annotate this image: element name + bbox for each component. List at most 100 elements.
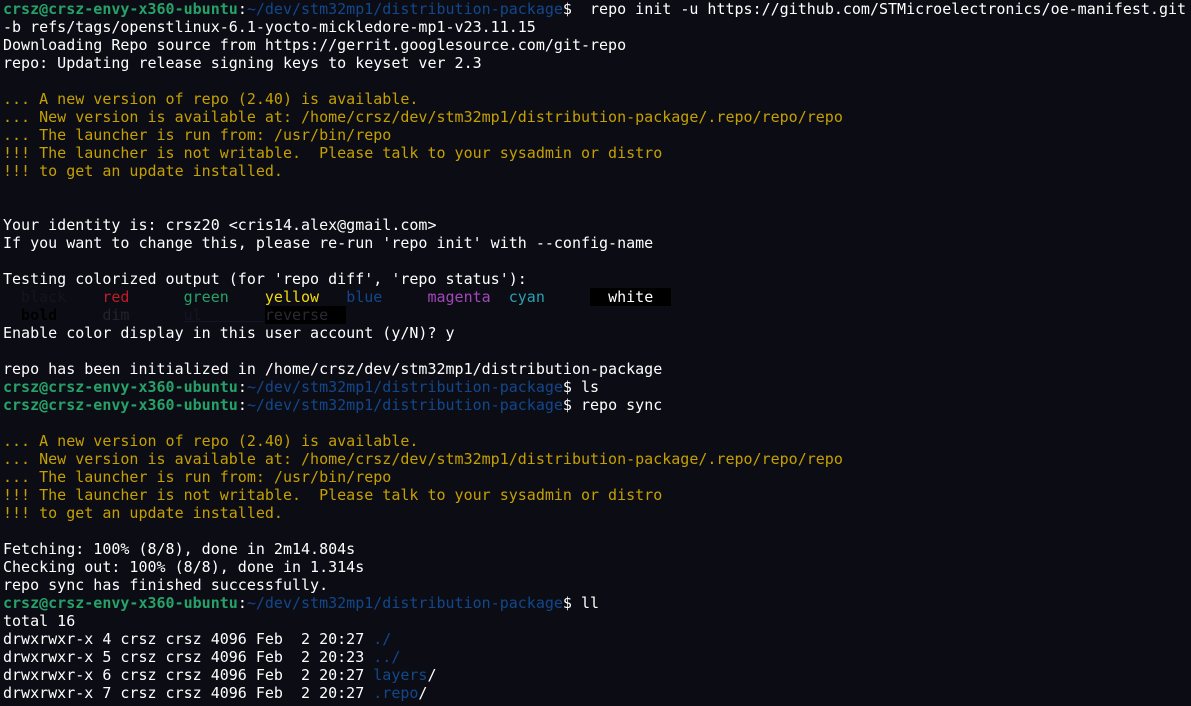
terminal-segment-path: ~/dev/stm32mp1/distribution-package (246, 594, 563, 612)
terminal-segment-user: crsz@crsz-envy-x360-ubuntu (3, 0, 238, 18)
terminal-line: crsz@crsz-envy-x360-ubuntu:~/dev/stm32mp… (3, 396, 1191, 414)
terminal-segment-warn: !!! to get an update installed. (3, 504, 283, 522)
terminal-segment-plain: repo sync has finished successfully. (3, 576, 329, 594)
terminal-line: drwxrwxr-x 5 crsz crsz 4096 Feb 2 20:23 … (3, 648, 1191, 666)
terminal-segment-plain: repo has been initialized in /home/crsz/… (3, 360, 663, 378)
terminal-line: Testing colorized output (for 'repo diff… (3, 270, 1191, 288)
terminal-segment-warn: ... The launcher is run from: /usr/bin/r… (3, 126, 392, 144)
terminal-segment-warn: ... The launcher is run from: /usr/bin/r… (3, 468, 392, 486)
terminal-line: Downloading Repo source from https://ger… (3, 36, 1191, 54)
terminal-line: !!! to get an update installed. (3, 162, 1191, 180)
terminal-segment-plain: $ ll (562, 594, 600, 612)
terminal-segment-dir: ./ (373, 630, 392, 648)
terminal-line: total 16 (3, 612, 1191, 630)
terminal-line: Your identity is: crsz20 <cris14.alex@gm… (3, 216, 1191, 234)
terminal-segment-user: crsz@crsz-envy-x360-ubuntu (3, 396, 238, 414)
terminal-segment-plain: Testing colorized output (for 'repo diff… (3, 270, 527, 288)
terminal-line: If you want to change this, please re-ru… (3, 234, 1191, 252)
terminal-segment-ul: ul (183, 306, 265, 324)
terminal-segment-user: crsz@crsz-envy-x360-ubuntu (3, 378, 238, 396)
terminal-segment-plain: Your identity is: crsz20 <cris14.alex@gm… (3, 216, 437, 234)
terminal-line: crsz@crsz-envy-x360-ubuntu:~/dev/stm32mp… (3, 378, 1191, 396)
terminal-output[interactable]: crsz@crsz-envy-x360-ubuntu:~/dev/stm32mp… (3, 0, 1191, 706)
terminal-line: !!! The launcher is not writable. Please… (3, 486, 1191, 504)
terminal-line: ... New version is available at: /home/c… (3, 108, 1191, 126)
terminal-segment-cyan: cyan (508, 288, 591, 306)
terminal-segment-plain: : (237, 0, 247, 18)
terminal-line: crsz@crsz-envy-x360-ubuntu:~/dev/stm32mp… (3, 594, 1191, 612)
terminal-segment-bold: bold (3, 306, 103, 324)
terminal-line: repo: Updating release signing keys to k… (3, 54, 1191, 72)
terminal-segment-path: ~/dev/stm32mp1/distribution-package (246, 0, 563, 18)
terminal-segment-warn: ... New version is available at: /home/c… (3, 108, 843, 126)
terminal-segment-white-hl: white (590, 288, 672, 306)
terminal-segment-plain: / (418, 684, 428, 702)
terminal-line: repo sync has finished successfully. (3, 576, 1191, 594)
terminal-segment-plain: drwxrwxr-x 5 crsz crsz 4096 Feb 2 20:23 (3, 648, 374, 666)
terminal-line: ... The launcher is run from: /usr/bin/r… (3, 126, 1191, 144)
terminal-line: Enable color display in this user accoun… (3, 324, 1191, 342)
terminal-segment-plain: Downloading Repo source from https://ger… (3, 36, 627, 54)
terminal-segment-plain: $ repo init -u https://github.com/STMicr… (562, 0, 1187, 18)
terminal-segment-black: black (3, 288, 103, 306)
terminal-segment-user: crsz@crsz-envy-x360-ubuntu (3, 594, 238, 612)
terminal-segment-plain: Checking out: 100% (8/8), done in 1.314s (3, 558, 365, 576)
terminal-segment-plain: If you want to change this, please re-ru… (3, 234, 654, 252)
terminal-segment-plain: : (237, 378, 247, 396)
terminal-segment-yellow: yellow (264, 288, 347, 306)
terminal-line: ... A new version of repo (2.40) is avai… (3, 90, 1191, 108)
terminal-segment-warn: ... New version is available at: /home/c… (3, 450, 843, 468)
terminal-line: !!! The launcher is not writable. Please… (3, 144, 1191, 162)
terminal-line: ... A new version of repo (2.40) is avai… (3, 432, 1191, 450)
terminal-line: repo has been initialized in /home/crsz/… (3, 360, 1191, 378)
terminal-line: Checking out: 100% (8/8), done in 1.314s (3, 558, 1191, 576)
terminal-segment-warn: ... A new version of repo (2.40) is avai… (3, 90, 419, 108)
terminal-line: ... The launcher is run from: /usr/bin/r… (3, 468, 1191, 486)
terminal-segment-plain: repo: Updating release signing keys to k… (3, 54, 482, 72)
terminal-segment-magenta: magenta (427, 288, 509, 306)
terminal-segment-red: red (102, 288, 184, 306)
terminal-segment-warn: ... A new version of repo (2.40) is avai… (3, 432, 419, 450)
terminal-segment-green: green (183, 288, 265, 306)
terminal-segment-plain: / (427, 666, 437, 684)
terminal-line: crsz@crsz-envy-x360-ubuntu:~/dev/stm32mp… (3, 0, 1191, 18)
terminal-line: drwxrwxr-x 6 crsz crsz 4096 Feb 2 20:27 … (3, 666, 1191, 684)
terminal-line: drwxrwxr-x 7 crsz crsz 4096 Feb 2 20:27 … (3, 684, 1191, 702)
terminal-segment-warn: !!! The launcher is not writable. Please… (3, 486, 663, 504)
terminal-segment-plain: $ repo sync (562, 396, 663, 414)
terminal-segment-plain: Fetching: 100% (8/8), done in 2m14.804s (3, 540, 356, 558)
terminal-segment-dir: layers (373, 666, 428, 684)
terminal-segment-plain: -b refs/tags/openstlinux-6.1-yocto-mickl… (3, 18, 536, 36)
terminal-segment-plain: drwxrwxr-x 7 crsz crsz 4096 Feb 2 20:27 (3, 684, 374, 702)
terminal-line: -b refs/tags/openstlinux-6.1-yocto-mickl… (3, 18, 1191, 36)
terminal-segment-plain: Enable color display in this user accoun… (3, 324, 455, 342)
terminal-segment-plain: $ ls (562, 378, 600, 396)
terminal-line: Fetching: 100% (8/8), done in 2m14.804s (3, 540, 1191, 558)
terminal-segment-dir: ../ (373, 648, 401, 666)
terminal-segment-plain: : (237, 396, 247, 414)
terminal-line: ... New version is available at: /home/c… (3, 450, 1191, 468)
terminal-segment-plain: total 16 (3, 612, 76, 630)
terminal-segment-plain: : (237, 594, 247, 612)
terminal-line: black red green yellow blue magenta cyan… (3, 288, 1191, 306)
terminal-segment-blue: blue (346, 288, 428, 306)
terminal-segment-path: ~/dev/stm32mp1/distribution-package (246, 396, 563, 414)
terminal-segment-warn: !!! to get an update installed. (3, 162, 283, 180)
terminal-segment-warn: !!! The launcher is not writable. Please… (3, 144, 663, 162)
terminal-segment-path: ~/dev/stm32mp1/distribution-package (246, 378, 563, 396)
terminal-line: bold dim ul reverse (3, 306, 1191, 324)
terminal-segment-plain: drwxrwxr-x 4 crsz crsz 4096 Feb 2 20:27 (3, 630, 374, 648)
terminal-segment-dim: dim (102, 306, 184, 324)
terminal-line: drwxrwxr-x 4 crsz crsz 4096 Feb 2 20:27 … (3, 630, 1191, 648)
terminal-segment-plain: drwxrwxr-x 6 crsz crsz 4096 Feb 2 20:27 (3, 666, 374, 684)
terminal-line: !!! to get an update installed. (3, 504, 1191, 522)
terminal-segment-dir: .repo (373, 684, 419, 702)
terminal-segment-reverse: reverse (264, 306, 347, 324)
